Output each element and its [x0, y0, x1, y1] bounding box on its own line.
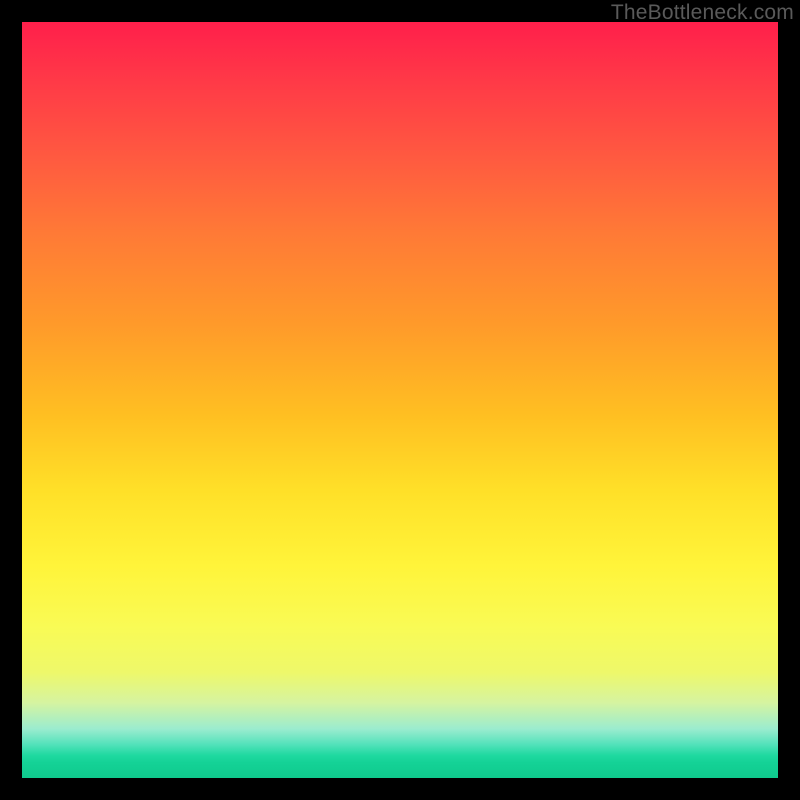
plot-background-gradient [22, 22, 778, 778]
watermark-text: TheBottleneck.com [611, 1, 794, 25]
plot-frame [22, 22, 778, 778]
figure: TheBottleneck.com [0, 0, 800, 800]
